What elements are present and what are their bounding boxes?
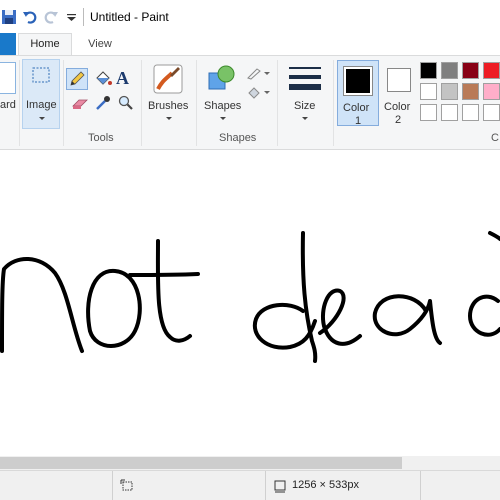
undo-icon[interactable] <box>22 9 38 25</box>
color2-number: 2 <box>395 114 402 126</box>
chevron-down-icon <box>166 117 172 120</box>
stroke-a <box>372 294 442 345</box>
ribbon: ard Image A Tools Brushes Shapes Shapes … <box>0 55 500 150</box>
separator <box>141 60 142 146</box>
fill-bucket-icon[interactable] <box>93 69 113 89</box>
color1-frame <box>343 66 373 96</box>
ribbon-tabs: Home View <box>0 33 500 55</box>
magnifier-icon[interactable] <box>117 94 135 112</box>
status-divider <box>112 471 113 500</box>
status-bar: 1256 × 533px <box>0 470 500 500</box>
palette-swatch[interactable] <box>462 83 479 100</box>
shapes-label: Shapes <box>204 100 242 112</box>
color1-number: 1 <box>355 115 362 127</box>
color1-button[interactable]: Color 1 <box>337 60 379 127</box>
color2-button[interactable]: Color 2 <box>382 60 418 126</box>
stroke-e <box>318 288 362 346</box>
status-divider <box>420 471 421 500</box>
palette-swatch[interactable] <box>483 83 500 100</box>
palette-swatch[interactable] <box>483 62 500 79</box>
brush-icon <box>153 64 183 94</box>
size-button[interactable]: Size <box>281 59 329 129</box>
color-palette <box>420 62 500 124</box>
stroke-n <box>0 256 84 353</box>
colors-group-label: C <box>491 132 499 144</box>
size-line-thin <box>289 67 321 69</box>
palette-swatch[interactable] <box>441 104 458 121</box>
size-line-medium <box>289 75 321 79</box>
handwritten-drawing <box>0 231 500 363</box>
palette-swatch[interactable] <box>420 104 437 121</box>
pencil-tool[interactable] <box>66 68 88 90</box>
color1-label: Color <box>343 102 370 114</box>
fill-icon[interactable] <box>246 85 272 99</box>
image-size-icon <box>274 480 286 493</box>
status-divider <box>265 471 266 500</box>
color-picker-icon[interactable] <box>94 94 112 112</box>
horizontal-scrollbar[interactable] <box>0 456 500 470</box>
color1-swatch <box>346 69 370 93</box>
clipboard-label: ard <box>0 99 16 111</box>
drawing-canvas[interactable] <box>0 151 500 456</box>
color2-swatch <box>387 68 411 92</box>
file-tab[interactable] <box>0 33 16 55</box>
separator <box>196 60 197 146</box>
save-icon[interactable] <box>1 9 17 25</box>
palette-swatch[interactable] <box>441 83 458 100</box>
pencil-icon <box>70 71 85 86</box>
palette-swatch[interactable] <box>420 83 437 100</box>
eraser-icon[interactable] <box>70 96 90 112</box>
outline-icon[interactable] <box>246 66 272 80</box>
tab-view[interactable]: View <box>76 33 124 55</box>
window-title: Untitled - Paint <box>90 10 169 24</box>
text-tool-icon[interactable]: A <box>116 68 129 89</box>
brushes-label: Brushes <box>148 100 189 112</box>
paste-button[interactable] <box>0 62 16 94</box>
separator <box>19 60 20 146</box>
palette-swatch[interactable] <box>483 104 500 121</box>
separator <box>63 60 64 146</box>
redo-icon[interactable] <box>43 9 59 25</box>
separator <box>277 60 278 146</box>
image-size-text: 1256 × 533px <box>292 479 359 491</box>
stroke-t-stem <box>155 239 192 343</box>
size-label: Size <box>294 100 316 112</box>
select-icon <box>32 67 50 83</box>
palette-swatch[interactable] <box>462 62 479 79</box>
separator <box>333 60 334 146</box>
image-label: Image <box>26 99 57 111</box>
size-line-thick <box>289 84 321 90</box>
chevron-down-icon <box>39 117 45 120</box>
title-bar: Untitled - Paint <box>0 0 500 33</box>
palette-swatch[interactable] <box>420 62 437 79</box>
shapes-icon <box>208 65 235 90</box>
stroke-t-bar <box>128 272 200 277</box>
customize-quick-access-icon[interactable] <box>64 9 80 25</box>
shapes-group-label: Shapes <box>219 132 257 144</box>
palette-swatch[interactable] <box>462 104 479 121</box>
scrollbar-thumb[interactable] <box>0 457 402 469</box>
palette-swatch[interactable] <box>441 62 458 79</box>
image-button[interactable]: Image <box>22 59 60 129</box>
chevron-down-icon <box>302 117 308 120</box>
tools-group-label: Tools <box>88 132 114 144</box>
stroke-o <box>86 268 142 348</box>
stroke-d2-bowl <box>468 294 500 337</box>
color2-label: Color <box>384 101 411 113</box>
tab-home[interactable]: Home <box>18 33 72 55</box>
shapes-button[interactable]: Shapes <box>200 59 246 129</box>
chevron-down-icon <box>220 117 226 120</box>
brushes-button[interactable]: Brushes <box>145 59 193 129</box>
selection-size-icon <box>120 479 133 491</box>
stroke-d2-stem <box>488 231 500 241</box>
title-separator <box>83 8 84 26</box>
